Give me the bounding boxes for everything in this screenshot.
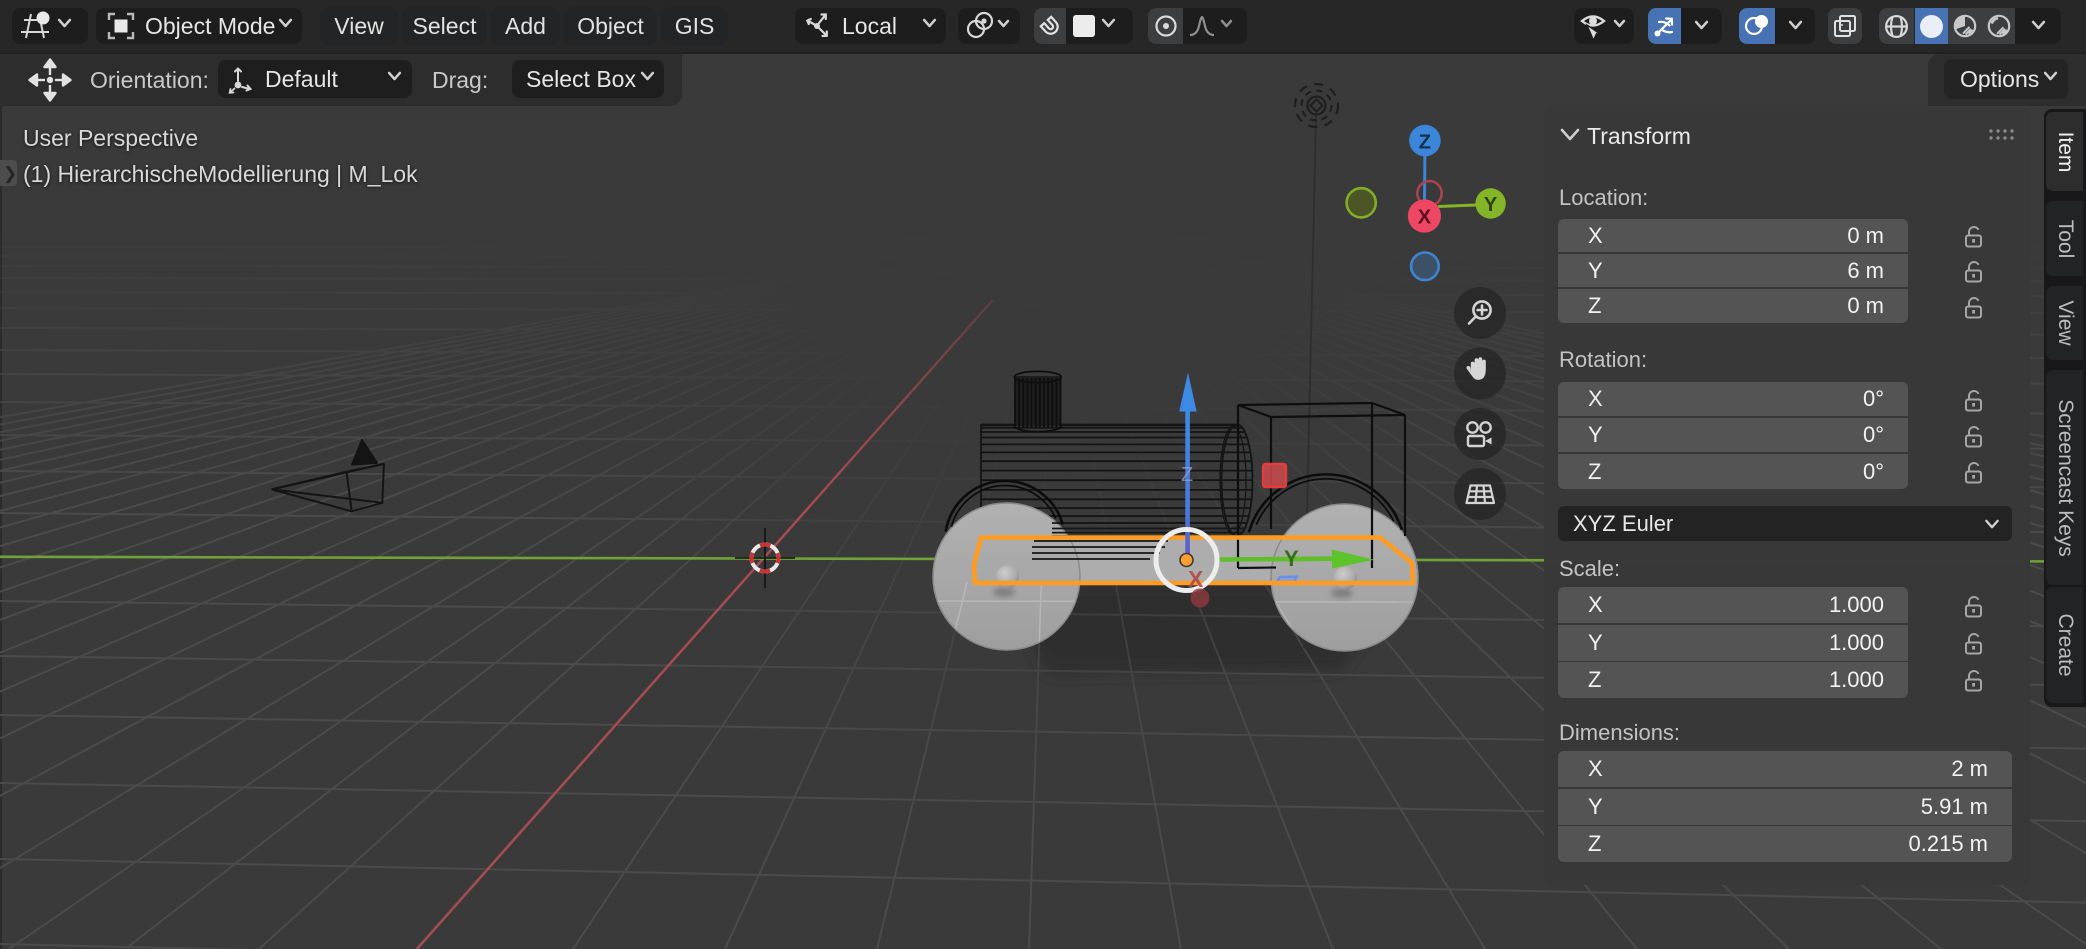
svg-text:Y: Y	[1284, 546, 1299, 571]
svg-text:Z: Z	[1181, 464, 1193, 486]
svg-text:X: X	[1188, 566, 1204, 592]
svg-text:Z: Z	[1419, 131, 1431, 153]
svg-text:X: X	[1418, 207, 1432, 229]
svg-text:Y: Y	[1484, 194, 1498, 216]
